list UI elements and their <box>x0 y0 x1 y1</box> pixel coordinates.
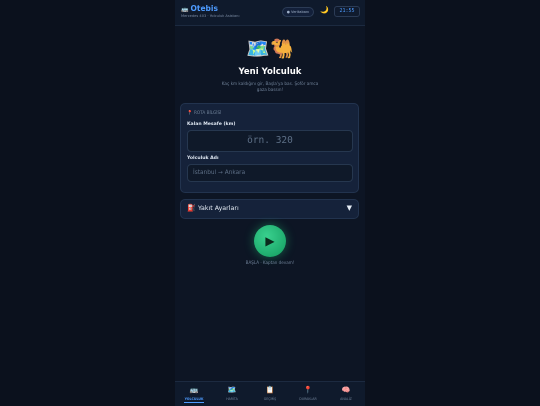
bus-icon: 🚌 <box>181 6 189 13</box>
nav-item-analysis[interactable]: 🧠 ANALİZ <box>327 382 365 406</box>
brand[interactable]: 🚌 Otebis <box>181 4 218 13</box>
fuel-settings-label: Yakıt Ayarları <box>198 205 239 212</box>
hero-icons: 🗺️🐫 <box>246 38 294 60</box>
chevron-down-icon: ▼ <box>346 204 352 212</box>
nav-label-analysis: ANALİZ <box>340 397 352 401</box>
nav-label-trip: YOLCULUK <box>184 397 204 401</box>
bus-icon: 🚌 <box>189 386 199 394</box>
app-frame: 🚌 Otebis Mercedes 403 · Yolculuk Asistanı… <box>175 0 365 406</box>
page-description: Kaç km kaldığını gir, Başla'ya bas. Şofö… <box>221 81 319 92</box>
nav-label-map: HARİTA <box>226 397 238 401</box>
app-header: 🚌 Otebis Mercedes 403 · Yolculuk Asistanı… <box>175 0 365 26</box>
trip-name-input[interactable]: İstanbul → Ankara <box>187 164 353 182</box>
bottom-nav: 🚌 YOLCULUK 🗺️ HARİTA 📋 GEÇMİŞ 📍 DURAKLAR… <box>175 381 365 406</box>
map-icon: 🗺️ <box>227 386 237 394</box>
pin-icon: 📍 <box>303 386 313 394</box>
brain-icon: 🧠 <box>341 386 351 394</box>
route-card: 📍 ROTA BİLGİSİ Kalan Mesafe (km) örn. 32… <box>180 103 359 193</box>
distance-input[interactable]: örn. 320 <box>187 130 353 152</box>
fuel-settings-toggle[interactable]: ⛽ Yakıt Ayarları ▼ <box>180 199 359 219</box>
nav-item-history[interactable]: 📋 GEÇMİŞ <box>251 382 289 406</box>
start-button[interactable]: ▶ <box>254 225 286 257</box>
page-title: Yeni Yolculuk <box>238 67 302 77</box>
route-section-label: ROTA BİLGİSİ <box>193 110 222 115</box>
app-subtitle: Mercedes 403 · Yolculuk Asistanı <box>181 14 240 18</box>
clipboard-icon: 📋 <box>265 386 275 394</box>
clock: 21:55 <box>334 6 360 17</box>
fuel-pump-icon: ⛽ <box>187 204 196 212</box>
trip-name-label: Yolculuk Adı <box>187 156 219 161</box>
brand-name: Otebis <box>190 4 218 13</box>
nav-item-map[interactable]: 🗺️ HARİTA <box>213 382 251 406</box>
nav-label-history: GEÇMİŞ <box>263 397 277 401</box>
start-label: BAŞLA · Kaptan devam! <box>245 260 295 265</box>
nav-item-trip[interactable]: 🚌 YOLCULUK <box>175 382 213 406</box>
status-badge[interactable]: ● Veritabanı <box>282 7 314 17</box>
distance-label: Kalan Mesafe (km) <box>187 122 236 127</box>
nav-label-stops: DURAKLAR <box>299 397 317 401</box>
moon-icon[interactable]: 🌙 <box>320 6 329 14</box>
pin-icon: 📍 <box>187 111 193 116</box>
route-section-title: 📍 ROTA BİLGİSİ <box>187 110 221 116</box>
nav-item-stops[interactable]: 📍 DURAKLAR <box>289 382 327 406</box>
